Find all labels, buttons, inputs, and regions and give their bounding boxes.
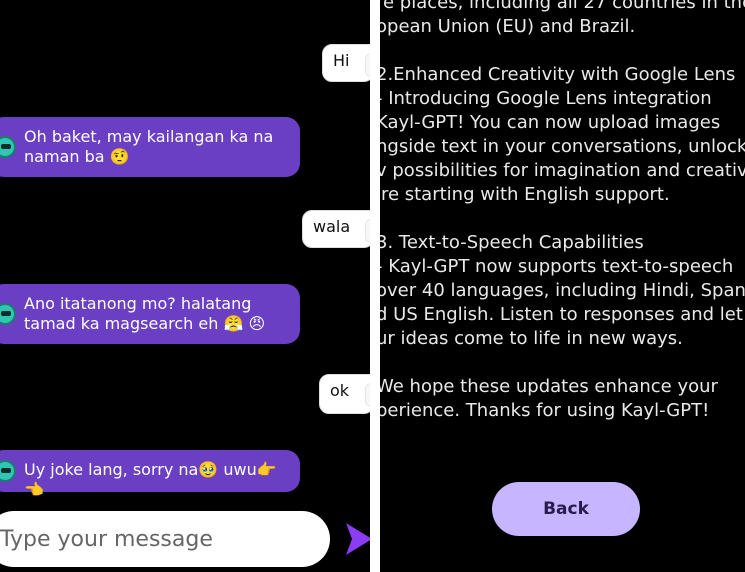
update-line: v possibilities for imagination and crea… bbox=[380, 160, 745, 181]
update-line: We hope these updates enhance your bbox=[380, 376, 718, 397]
user-message-bubble: Hi bbox=[322, 44, 370, 82]
pane-divider bbox=[370, 0, 380, 572]
update-line: d US English. Listen to responses and le… bbox=[380, 304, 743, 325]
update-line: 2.Enhanced Creativity with Google Lens bbox=[380, 64, 736, 85]
bot-message-text: Uy joke lang, sorry na🥹 uwu👉👈 bbox=[24, 460, 277, 499]
user-message-text: wala bbox=[313, 217, 351, 236]
bot-message-bubble: Ano itatanong mo? halatang tamad ka mags… bbox=[0, 284, 300, 344]
update-line: ngside text in your conversations, unloc… bbox=[380, 136, 745, 157]
update-line: opean Union (EU) and Brazil. bbox=[380, 16, 636, 37]
bot-message-bubble: Oh baket, may kailangan ka na naman ba 🤨 bbox=[0, 117, 300, 177]
chat-pane: Hi Oh baket, may kailangan ka na naman b… bbox=[0, 0, 370, 572]
bot-message-text: Ano itatanong mo? halatang tamad ka mags… bbox=[24, 294, 266, 333]
bot-message-row: Ano itatanong mo? halatang tamad ka mags… bbox=[0, 284, 300, 344]
update-line: 3. Text-to-Speech Capabilities bbox=[380, 232, 644, 253]
bot-message-bubble: Uy joke lang, sorry na🥹 uwu👉👈 bbox=[0, 450, 300, 499]
send-arrow-icon bbox=[346, 523, 370, 555]
user-message-text: Hi bbox=[333, 51, 350, 70]
update-line: - Introducing Google Lens integration bbox=[380, 88, 712, 109]
bot-message-row: Oh baket, may kailangan ka na naman ba 🤨 bbox=[0, 117, 300, 177]
update-line: 're starting with English support. bbox=[380, 184, 670, 205]
user-message-bubble: ok bbox=[319, 374, 370, 414]
update-line: ur ideas come to life in new ways. bbox=[380, 328, 683, 349]
update-line: perience. Thanks for using Kayl-GPT! bbox=[380, 400, 710, 421]
bot-message-row: Uy joke lang, sorry na🥹 uwu👉👈 bbox=[0, 450, 300, 499]
update-line: - Kayl-GPT now supports text-to-speech bbox=[380, 256, 734, 277]
back-button[interactable]: Back bbox=[492, 482, 640, 536]
user-message-text: ok bbox=[330, 381, 350, 400]
bot-message-text: Oh baket, may kailangan ka na naman ba 🤨 bbox=[24, 127, 274, 166]
update-line: re places, including all 27 countries in… bbox=[380, 0, 745, 13]
update-line: Kayl-GPT! You can now upload images bbox=[380, 112, 721, 133]
user-message-bubble: wala bbox=[302, 210, 370, 248]
send-button[interactable] bbox=[344, 521, 370, 557]
message-input[interactable] bbox=[0, 511, 330, 567]
update-line: over 40 languages, including Hindi, Span… bbox=[380, 280, 745, 301]
